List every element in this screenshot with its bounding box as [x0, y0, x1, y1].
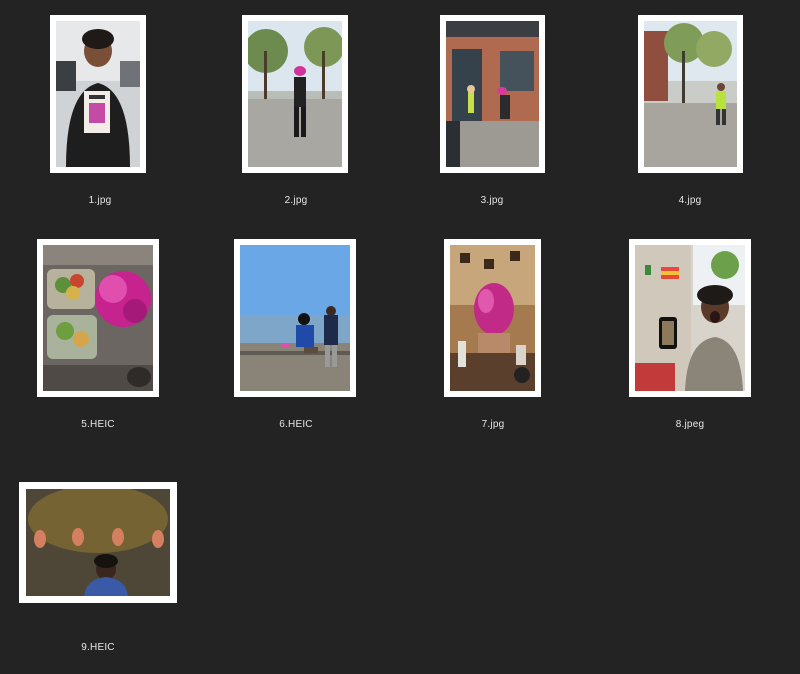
file-item-4[interactable]: 4.jpg	[610, 0, 770, 220]
thumbnail-salad-and-tinsel[interactable]	[37, 239, 159, 397]
thumbnail-street-walking[interactable]	[242, 15, 348, 173]
photo-thumbnail-8	[635, 245, 745, 391]
file-name-label[interactable]: 3.jpg	[412, 195, 572, 206]
photo-thumbnail-6	[240, 245, 350, 391]
file-item-6[interactable]: 6.HEIC	[216, 220, 376, 440]
photo-thumbnail-4	[644, 21, 737, 167]
thumbnail-masks-on-wall[interactable]	[19, 482, 177, 603]
photo-thumbnail-3	[446, 21, 539, 167]
file-item-3[interactable]: 3.jpg	[412, 0, 572, 220]
file-name-label[interactable]: 2.jpg	[216, 195, 376, 206]
file-name-label[interactable]: 1.jpg	[20, 195, 180, 206]
file-item-5[interactable]: 5.HEIC	[18, 220, 178, 440]
photo-thumbnail-7	[450, 245, 535, 391]
file-name-label[interactable]: 4.jpg	[610, 195, 770, 206]
file-name-label[interactable]: 9.HEIC	[18, 642, 178, 653]
thumbnail-waterfront-people[interactable]	[234, 239, 356, 397]
file-name-label[interactable]: 8.jpeg	[610, 419, 770, 430]
thumbnail-building-entrance[interactable]	[440, 15, 545, 173]
file-item-7[interactable]: 7.jpg	[413, 220, 573, 440]
thumbnail-child-running-street[interactable]	[638, 15, 743, 173]
photo-thumbnail-5	[43, 245, 153, 391]
file-name-label[interactable]: 6.HEIC	[216, 419, 376, 430]
photo-thumbnail-1	[56, 21, 140, 167]
file-item-2[interactable]: 2.jpg	[216, 0, 376, 220]
file-item-1[interactable]: 1.jpg	[20, 0, 180, 220]
file-item-8[interactable]: 8.jpeg	[610, 220, 770, 440]
file-icon-grid: 1.jpg 2.jpg 3.jpg 4.jpg 5.HEIC 6.HEIC 7.…	[0, 0, 800, 674]
file-name-label[interactable]: 5.HEIC	[18, 419, 178, 430]
file-name-label[interactable]: 7.jpg	[413, 419, 573, 430]
thumbnail-portrait-woman-holding-card[interactable]	[50, 15, 146, 173]
photo-thumbnail-9	[26, 489, 170, 596]
thumbnail-woman-with-phone[interactable]	[629, 239, 751, 397]
thumbnail-pink-wig[interactable]	[444, 239, 541, 397]
file-item-9[interactable]: 9.HEIC	[18, 440, 178, 670]
photo-thumbnail-2	[248, 21, 342, 167]
